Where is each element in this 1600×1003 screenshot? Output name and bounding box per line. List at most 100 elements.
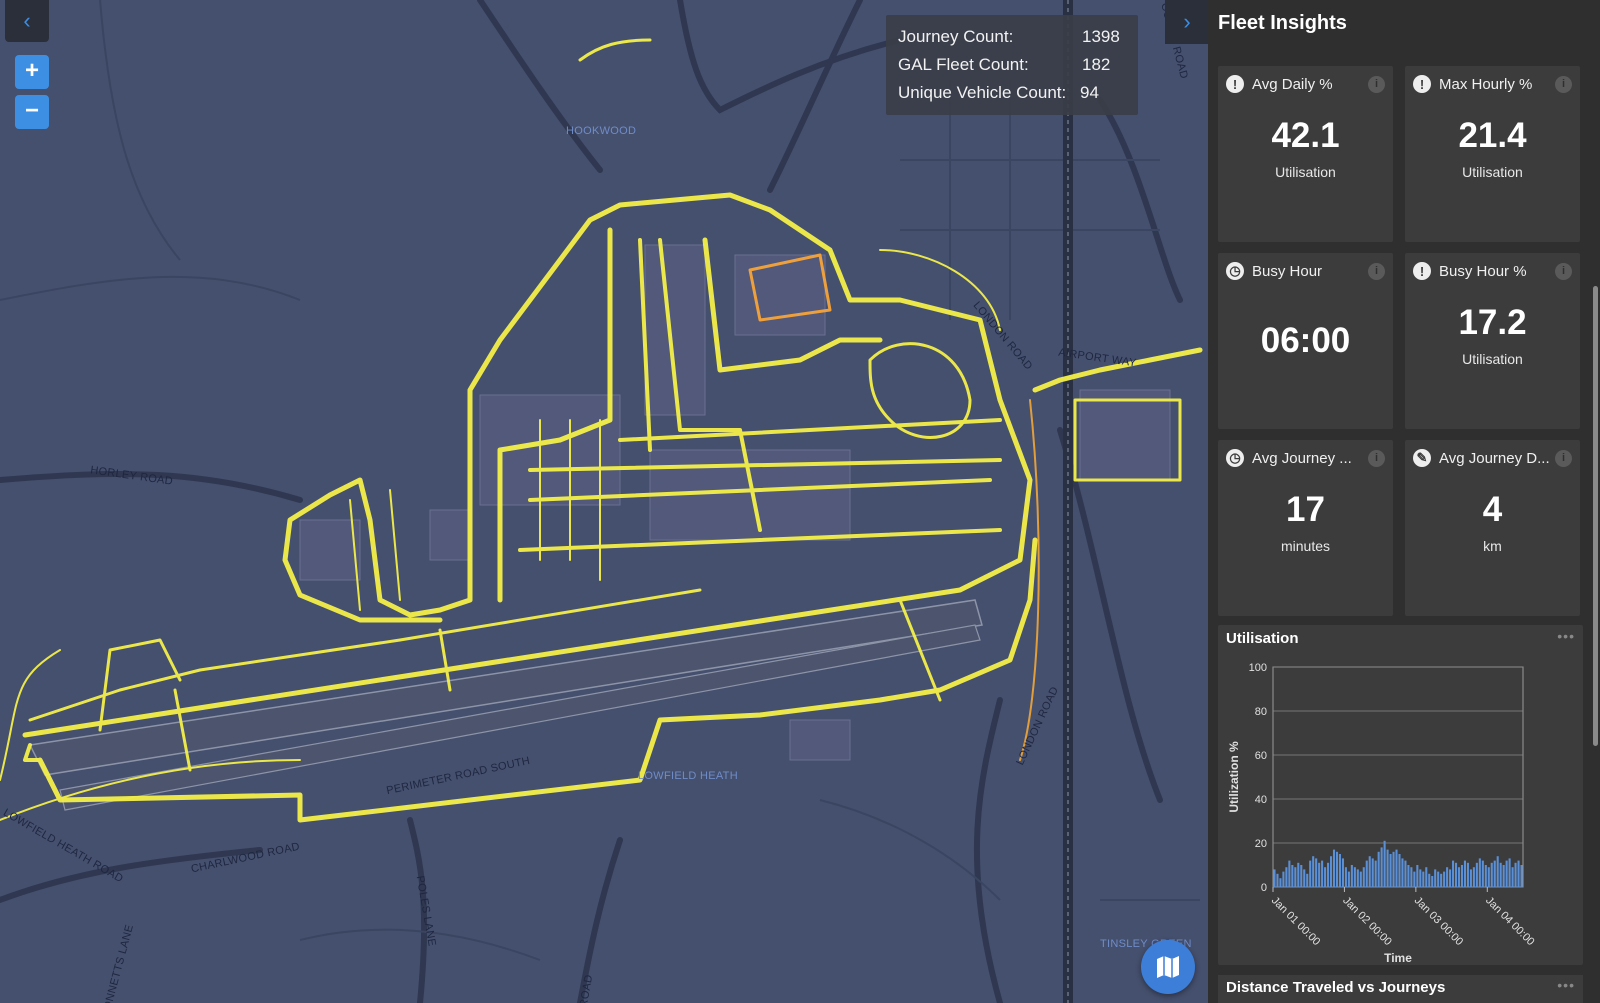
chart-bar bbox=[1419, 869, 1422, 887]
kpi-card: ! Max Hourly % i 21.4 Utilisation bbox=[1405, 66, 1580, 242]
info-icon[interactable]: i bbox=[1368, 262, 1385, 280]
chart-bar bbox=[1440, 873, 1443, 887]
kpi-card-value: 21.4 bbox=[1458, 116, 1527, 155]
info-icon[interactable]: i bbox=[1368, 75, 1385, 93]
chart-title: Utilisation bbox=[1226, 630, 1299, 647]
distance-chart-title: Distance Traveled vs Journeys bbox=[1226, 979, 1446, 996]
chart-bar bbox=[1508, 858, 1511, 887]
chart-bar bbox=[1422, 871, 1425, 887]
chart-bar bbox=[1282, 871, 1285, 887]
map-label-hookwood: HOOKWOOD bbox=[566, 125, 637, 137]
chart-bar bbox=[1288, 860, 1291, 887]
zoom-in-button[interactable]: + bbox=[15, 55, 49, 89]
distance-chart-card: Distance Traveled vs Journeys ••• bbox=[1218, 975, 1583, 1003]
chart-bar bbox=[1377, 851, 1380, 887]
chart-bar bbox=[1493, 860, 1496, 887]
kpi-card-title: Busy Hour bbox=[1252, 262, 1323, 280]
kpi-card-title: Avg Journey D... bbox=[1439, 449, 1550, 467]
chart-bar bbox=[1520, 865, 1523, 887]
kpi-card-unit: km bbox=[1483, 538, 1502, 554]
y-tick-label: 0 bbox=[1261, 882, 1267, 894]
chevron-right-icon: › bbox=[1183, 9, 1191, 34]
chart-bar bbox=[1359, 871, 1362, 887]
info-icon[interactable]: i bbox=[1368, 449, 1385, 467]
unique-vehicle-value: 94 bbox=[1080, 83, 1099, 102]
utilisation-chart[interactable]: 0 20 40 60 80 100 Jan 01 00:00 Jan 02 00:00 Jan … bbox=[1218, 647, 1583, 967]
chart-bar bbox=[1344, 867, 1347, 887]
chart-bar bbox=[1410, 867, 1413, 887]
chart-bar bbox=[1306, 873, 1309, 887]
chart-bar bbox=[1475, 862, 1478, 887]
kpi-card-unit: Utilisation bbox=[1462, 164, 1523, 180]
chart-bar bbox=[1392, 851, 1395, 887]
chart-bar bbox=[1505, 860, 1508, 887]
kpi-card-unit: Utilisation bbox=[1462, 351, 1523, 367]
chart-bar bbox=[1401, 858, 1404, 887]
chart-bar bbox=[1297, 862, 1300, 887]
chart-bar bbox=[1431, 876, 1434, 887]
chart-bar bbox=[1347, 871, 1350, 887]
chart-bar bbox=[1318, 862, 1321, 887]
chart-bar bbox=[1285, 867, 1288, 887]
chart-bar bbox=[1511, 867, 1514, 887]
kpi-card-value: 17.2 bbox=[1458, 303, 1527, 342]
kpi-card: ✎ Avg Journey D... i 4 km bbox=[1405, 440, 1580, 616]
kpi-card-header: ! Avg Daily % i bbox=[1226, 74, 1385, 94]
chart-bar bbox=[1457, 867, 1461, 887]
chart-bar bbox=[1327, 862, 1330, 887]
chart-bar bbox=[1416, 865, 1419, 887]
chart-bar bbox=[1315, 858, 1318, 887]
chart-bar bbox=[1371, 858, 1374, 887]
chart-bar bbox=[1341, 858, 1344, 887]
chart-bar bbox=[1324, 867, 1327, 887]
kpi-card-header: ! Max Hourly % i bbox=[1413, 74, 1572, 94]
thermometer-icon: ! bbox=[1413, 75, 1431, 93]
kpi-card: ! Busy Hour % i 17.2 Utilisation bbox=[1405, 253, 1580, 429]
chart-bar bbox=[1321, 860, 1324, 887]
y-tick-label: 20 bbox=[1255, 838, 1267, 850]
chart-bar bbox=[1496, 856, 1499, 887]
chart-bar bbox=[1383, 840, 1386, 887]
back-button[interactable]: ‹ bbox=[5, 0, 49, 42]
map-view[interactable]: HOOKWOOD HORLEY ROAD LONDON ROAD AIRPORT… bbox=[0, 0, 1208, 1003]
panel-title: Fleet Insights bbox=[1218, 12, 1347, 34]
chart-bar bbox=[1472, 867, 1475, 887]
panel-scrollbar[interactable] bbox=[1593, 286, 1598, 746]
kpi-card-value: 06:00 bbox=[1260, 321, 1351, 360]
map-layers-button[interactable] bbox=[1141, 940, 1195, 994]
kpi-card-value: 42.1 bbox=[1271, 116, 1340, 155]
info-icon[interactable]: i bbox=[1555, 449, 1572, 467]
chart-bar bbox=[1374, 860, 1377, 887]
collapse-panel-button[interactable]: › bbox=[1165, 0, 1209, 44]
chart-bar bbox=[1460, 865, 1464, 887]
kpi-card: ! Avg Daily % i 42.1 Utilisation bbox=[1218, 66, 1393, 242]
kpi-card-header: ✎ Avg Journey D... i bbox=[1413, 448, 1572, 468]
chart-bar bbox=[1463, 860, 1467, 887]
x-tick-label: Jan 03 00:00 bbox=[1412, 895, 1465, 948]
info-icon[interactable]: i bbox=[1555, 262, 1572, 280]
y-tick-label: 60 bbox=[1255, 750, 1267, 762]
chart-bar bbox=[1502, 865, 1505, 887]
chart-bar bbox=[1338, 854, 1342, 887]
x-tick-label: Jan 04 00:00 bbox=[1483, 895, 1536, 948]
chart-menu-button[interactable]: ••• bbox=[1557, 628, 1575, 644]
kpi-card-header: ◷ Busy Hour i bbox=[1226, 261, 1385, 281]
info-icon[interactable]: i bbox=[1555, 75, 1572, 93]
chart-bar bbox=[1294, 867, 1297, 887]
map-canvas[interactable] bbox=[0, 0, 1208, 1003]
x-tick-label: Jan 02 00:00 bbox=[1340, 895, 1393, 948]
unique-vehicle-label: Unique Vehicle Count: bbox=[898, 83, 1067, 102]
chart-bar bbox=[1428, 873, 1431, 887]
zoom-out-button[interactable]: − bbox=[15, 95, 49, 129]
chart-bar bbox=[1437, 871, 1440, 887]
kpi-card-value: 17 bbox=[1286, 490, 1325, 529]
chart-bar bbox=[1487, 867, 1490, 887]
chart-bar bbox=[1362, 867, 1365, 887]
chart-bar bbox=[1481, 860, 1484, 887]
chart-bar bbox=[1380, 847, 1383, 887]
kpi-card-header: ◷ Avg Journey ... i bbox=[1226, 448, 1385, 468]
y-tick-label: 80 bbox=[1255, 706, 1267, 718]
chart-bar bbox=[1484, 865, 1487, 887]
distance-chart-menu-button[interactable]: ••• bbox=[1557, 977, 1575, 993]
journey-count-label: Journey Count: bbox=[898, 27, 1014, 46]
